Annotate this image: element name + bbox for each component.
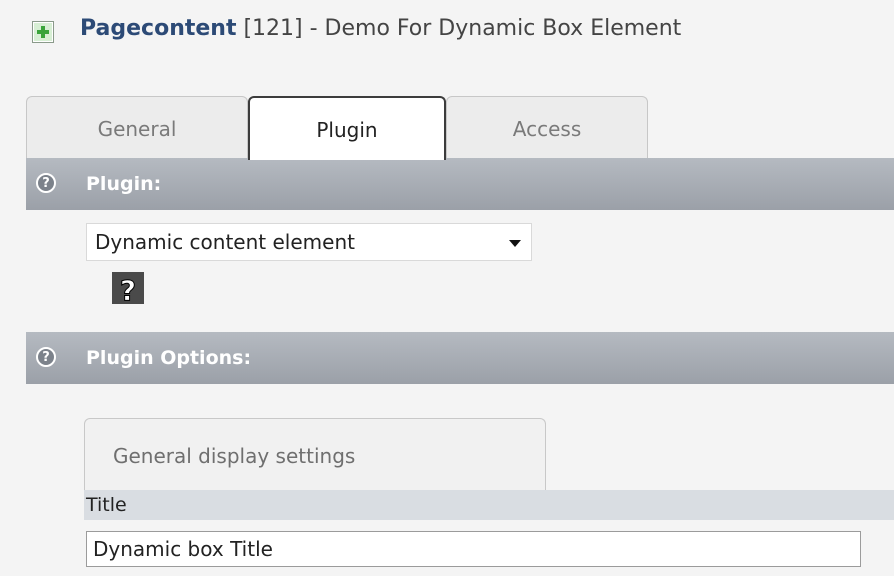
chevron-down-icon (509, 240, 521, 247)
header: Pagecontent [121] - Demo For Dynamic Box… (0, 0, 894, 64)
page-title-rest: [121] - Demo For Dynamic Box Element (236, 16, 682, 41)
tab-access[interactable]: Access (446, 96, 648, 158)
plugin-section-label: Plugin: (86, 173, 162, 195)
page-title-type: Pagecontent (80, 16, 237, 41)
plugin-select[interactable]: Dynamic content element (86, 223, 532, 261)
plugin-select-value: Dynamic content element (95, 230, 355, 254)
tab-general-display-settings[interactable]: General display settings (84, 418, 546, 490)
help-icon[interactable]: ? (110, 270, 146, 308)
help-circle-icon[interactable]: ? (36, 173, 56, 193)
title-input[interactable]: Dynamic box Title (86, 531, 861, 567)
plugin-options-section-label: Plugin Options: (86, 347, 252, 369)
tab-plugin[interactable]: Plugin (248, 96, 446, 160)
tab-general[interactable]: General (26, 96, 248, 158)
title-field-label: Title (84, 490, 894, 520)
svg-text:?: ? (120, 274, 136, 306)
plugin-options-section-header: ? Plugin Options: (26, 332, 894, 384)
plugin-section-header: ? Plugin: (26, 158, 894, 210)
page-content-icon (32, 21, 54, 43)
page-title: Pagecontent [121] - Demo For Dynamic Box… (80, 16, 681, 41)
help-circle-icon[interactable]: ? (36, 347, 56, 367)
